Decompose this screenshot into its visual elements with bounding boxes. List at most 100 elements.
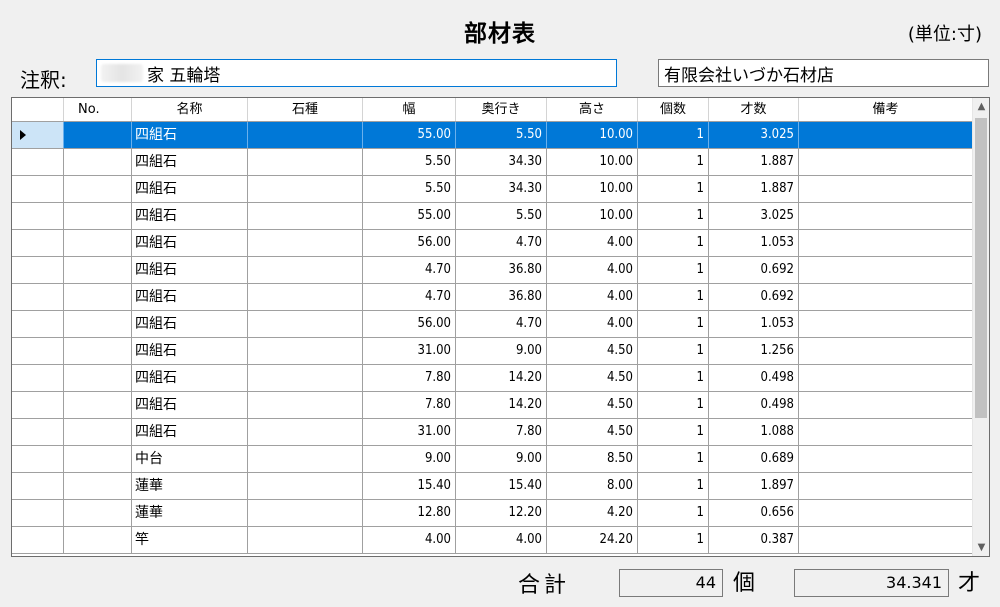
cell-width[interactable]: 7.80 bbox=[363, 365, 456, 391]
cell-count[interactable]: 1 bbox=[638, 365, 709, 391]
cell-depth[interactable]: 7.80 bbox=[456, 419, 547, 445]
cell-name[interactable]: 蓮華 bbox=[132, 473, 248, 499]
cell-height[interactable]: 4.00 bbox=[547, 311, 638, 337]
cell-sai[interactable]: 0.498 bbox=[709, 365, 799, 391]
cell-no[interactable] bbox=[64, 122, 132, 148]
cell-count[interactable]: 1 bbox=[638, 500, 709, 526]
cell-no[interactable] bbox=[64, 230, 132, 256]
table-row[interactable]: 中台 9.00 9.00 8.50 1 0.689 bbox=[12, 446, 973, 473]
cell-sai[interactable]: 1.088 bbox=[709, 419, 799, 445]
cell-stone[interactable] bbox=[248, 392, 363, 418]
cell-depth[interactable]: 9.00 bbox=[456, 446, 547, 472]
cell-no[interactable] bbox=[64, 284, 132, 310]
cell-height[interactable]: 4.00 bbox=[547, 230, 638, 256]
cell-sai[interactable]: 1.887 bbox=[709, 176, 799, 202]
cell-sai[interactable]: 1.053 bbox=[709, 230, 799, 256]
cell-width[interactable]: 56.00 bbox=[363, 311, 456, 337]
column-header-stone[interactable]: 石種 bbox=[248, 98, 363, 121]
cell-note[interactable] bbox=[799, 122, 973, 148]
table-row[interactable]: 四組石 55.00 5.50 10.00 1 3.025 bbox=[12, 203, 973, 230]
cell-name[interactable]: 四組石 bbox=[132, 392, 248, 418]
cell-height[interactable]: 10.00 bbox=[547, 122, 638, 148]
cell-height[interactable]: 24.20 bbox=[547, 527, 638, 553]
row-selector[interactable] bbox=[12, 365, 64, 391]
cell-width[interactable]: 15.40 bbox=[363, 473, 456, 499]
cell-sai[interactable]: 3.025 bbox=[709, 122, 799, 148]
row-selector[interactable] bbox=[12, 176, 64, 202]
cell-height[interactable]: 4.50 bbox=[547, 419, 638, 445]
cell-height[interactable]: 8.00 bbox=[547, 473, 638, 499]
cell-stone[interactable] bbox=[248, 338, 363, 364]
cell-note[interactable] bbox=[799, 527, 973, 553]
row-selector[interactable] bbox=[12, 338, 64, 364]
column-header-no[interactable]: No. bbox=[64, 98, 132, 121]
cell-height[interactable]: 4.50 bbox=[547, 365, 638, 391]
cell-width[interactable]: 4.70 bbox=[363, 257, 456, 283]
cell-height[interactable]: 8.50 bbox=[547, 446, 638, 472]
cell-note[interactable] bbox=[799, 176, 973, 202]
company-field[interactable]: 有限会社いづか石材店 bbox=[658, 59, 989, 87]
cell-count[interactable]: 1 bbox=[638, 257, 709, 283]
cell-sai[interactable]: 1.053 bbox=[709, 311, 799, 337]
cell-width[interactable]: 31.00 bbox=[363, 419, 456, 445]
cell-no[interactable] bbox=[64, 176, 132, 202]
cell-height[interactable]: 4.00 bbox=[547, 284, 638, 310]
cell-stone[interactable] bbox=[248, 446, 363, 472]
cell-note[interactable] bbox=[799, 419, 973, 445]
cell-name[interactable]: 四組石 bbox=[132, 176, 248, 202]
cell-name[interactable]: 四組石 bbox=[132, 365, 248, 391]
cell-stone[interactable] bbox=[248, 122, 363, 148]
cell-height[interactable]: 4.50 bbox=[547, 338, 638, 364]
cell-stone[interactable] bbox=[248, 473, 363, 499]
cell-stone[interactable] bbox=[248, 365, 363, 391]
cell-width[interactable]: 4.70 bbox=[363, 284, 456, 310]
cell-name[interactable]: 竿 bbox=[132, 527, 248, 553]
cell-depth[interactable]: 34.30 bbox=[456, 176, 547, 202]
cell-stone[interactable] bbox=[248, 500, 363, 526]
cell-stone[interactable] bbox=[248, 284, 363, 310]
cell-name[interactable]: 四組石 bbox=[132, 149, 248, 175]
cell-note[interactable] bbox=[799, 311, 973, 337]
table-row[interactable]: 四組石 56.00 4.70 4.00 1 1.053 bbox=[12, 311, 973, 338]
cell-sai[interactable]: 0.692 bbox=[709, 257, 799, 283]
cell-stone[interactable] bbox=[248, 527, 363, 553]
column-header-height[interactable]: 高さ bbox=[547, 98, 638, 121]
cell-note[interactable] bbox=[799, 257, 973, 283]
row-selector[interactable] bbox=[12, 257, 64, 283]
cell-width[interactable]: 5.50 bbox=[363, 176, 456, 202]
row-selector[interactable] bbox=[12, 392, 64, 418]
cell-count[interactable]: 1 bbox=[638, 176, 709, 202]
cell-sai[interactable]: 1.887 bbox=[709, 149, 799, 175]
cell-note[interactable] bbox=[799, 446, 973, 472]
cell-width[interactable]: 55.00 bbox=[363, 122, 456, 148]
cell-stone[interactable] bbox=[248, 311, 363, 337]
cell-name[interactable]: 四組石 bbox=[132, 257, 248, 283]
cell-sai[interactable]: 3.025 bbox=[709, 203, 799, 229]
vertical-scrollbar[interactable]: ▲ ▼ bbox=[972, 98, 989, 556]
cell-no[interactable] bbox=[64, 149, 132, 175]
cell-note[interactable] bbox=[799, 392, 973, 418]
row-selector[interactable] bbox=[12, 500, 64, 526]
row-selector[interactable] bbox=[12, 230, 64, 256]
cell-stone[interactable] bbox=[248, 257, 363, 283]
cell-stone[interactable] bbox=[248, 230, 363, 256]
cell-note[interactable] bbox=[799, 365, 973, 391]
cell-note[interactable] bbox=[799, 338, 973, 364]
column-header-width[interactable]: 幅 bbox=[363, 98, 456, 121]
cell-stone[interactable] bbox=[248, 176, 363, 202]
cell-name[interactable]: 蓮華 bbox=[132, 500, 248, 526]
cell-name[interactable]: 四組石 bbox=[132, 230, 248, 256]
table-row[interactable]: 四組石 56.00 4.70 4.00 1 1.053 bbox=[12, 230, 973, 257]
cell-count[interactable]: 1 bbox=[638, 203, 709, 229]
row-selector[interactable] bbox=[12, 203, 64, 229]
cell-no[interactable] bbox=[64, 338, 132, 364]
table-row[interactable]: 四組石 7.80 14.20 4.50 1 0.498 bbox=[12, 365, 973, 392]
table-row[interactable]: 四組石 7.80 14.20 4.50 1 0.498 bbox=[12, 392, 973, 419]
row-selector[interactable] bbox=[12, 149, 64, 175]
cell-no[interactable] bbox=[64, 203, 132, 229]
cell-width[interactable]: 7.80 bbox=[363, 392, 456, 418]
row-selector[interactable] bbox=[12, 446, 64, 472]
cell-no[interactable] bbox=[64, 257, 132, 283]
cell-sai[interactable]: 0.498 bbox=[709, 392, 799, 418]
cell-height[interactable]: 10.00 bbox=[547, 176, 638, 202]
